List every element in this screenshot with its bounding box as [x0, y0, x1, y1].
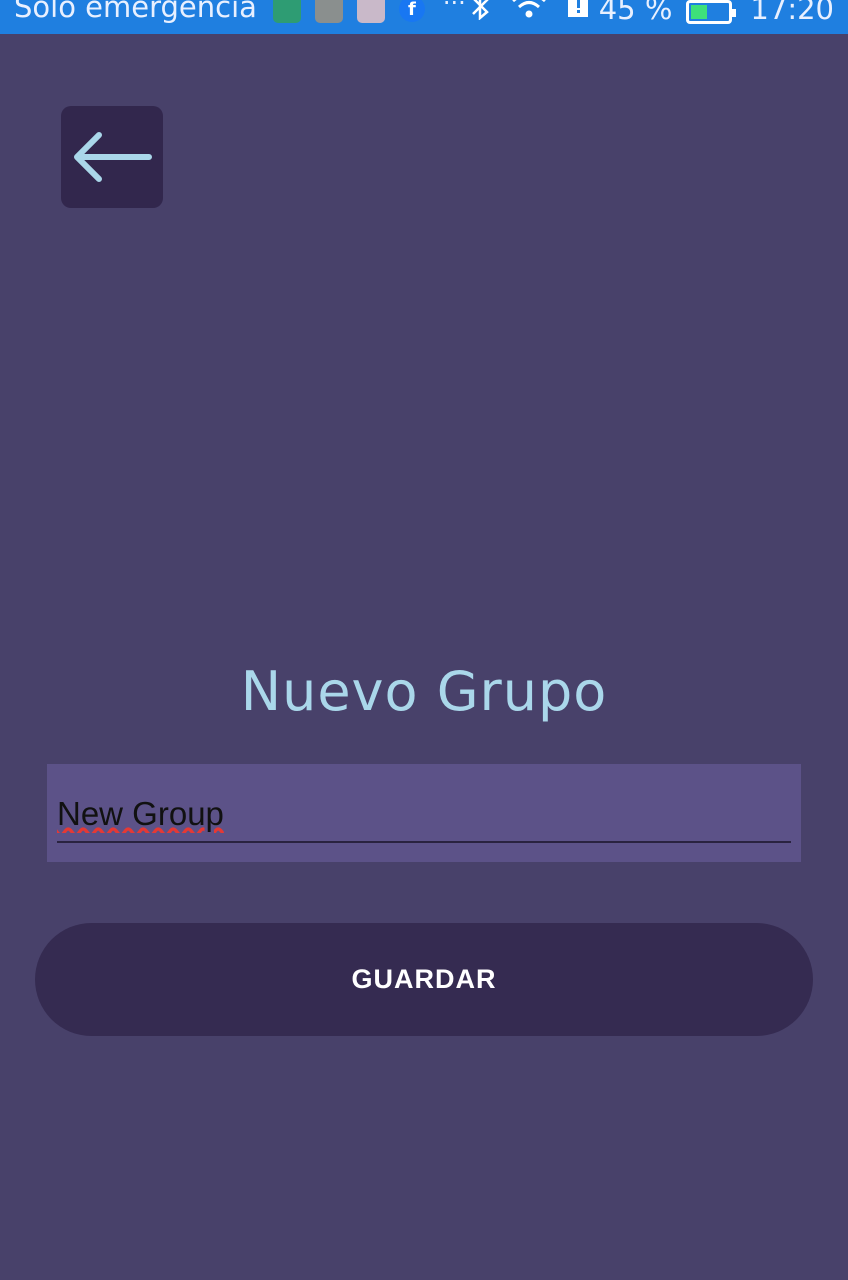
arrow-left-icon — [74, 132, 152, 182]
save-button[interactable]: GUARDAR — [35, 923, 813, 1036]
group-name-field[interactable] — [47, 764, 801, 862]
facebook-icon: f — [398, 0, 425, 22]
status-bar: Solo emergencia f ··· 45 % 17:20 — [0, 0, 848, 34]
status-left: Solo emergencia f ··· — [14, 0, 466, 24]
status-right: 45 % 17:20 — [451, 0, 834, 27]
carrier-text: Solo emergencia — [14, 0, 257, 24]
bluetooth-off-icon — [469, 0, 493, 27]
back-button[interactable] — [61, 106, 163, 208]
game-icon — [272, 0, 301, 23]
activity-icon — [314, 0, 343, 23]
battery-percent: 45 % — [598, 0, 673, 26]
cat-icon — [356, 0, 385, 23]
field-underline — [57, 841, 791, 843]
battery-icon — [686, 0, 737, 24]
wifi-icon — [511, 0, 547, 26]
sim-alert-icon — [565, 0, 591, 26]
clock: 17:20 — [750, 0, 834, 26]
page-title: Nuevo Grupo — [240, 660, 608, 723]
group-name-input[interactable] — [57, 792, 791, 836]
